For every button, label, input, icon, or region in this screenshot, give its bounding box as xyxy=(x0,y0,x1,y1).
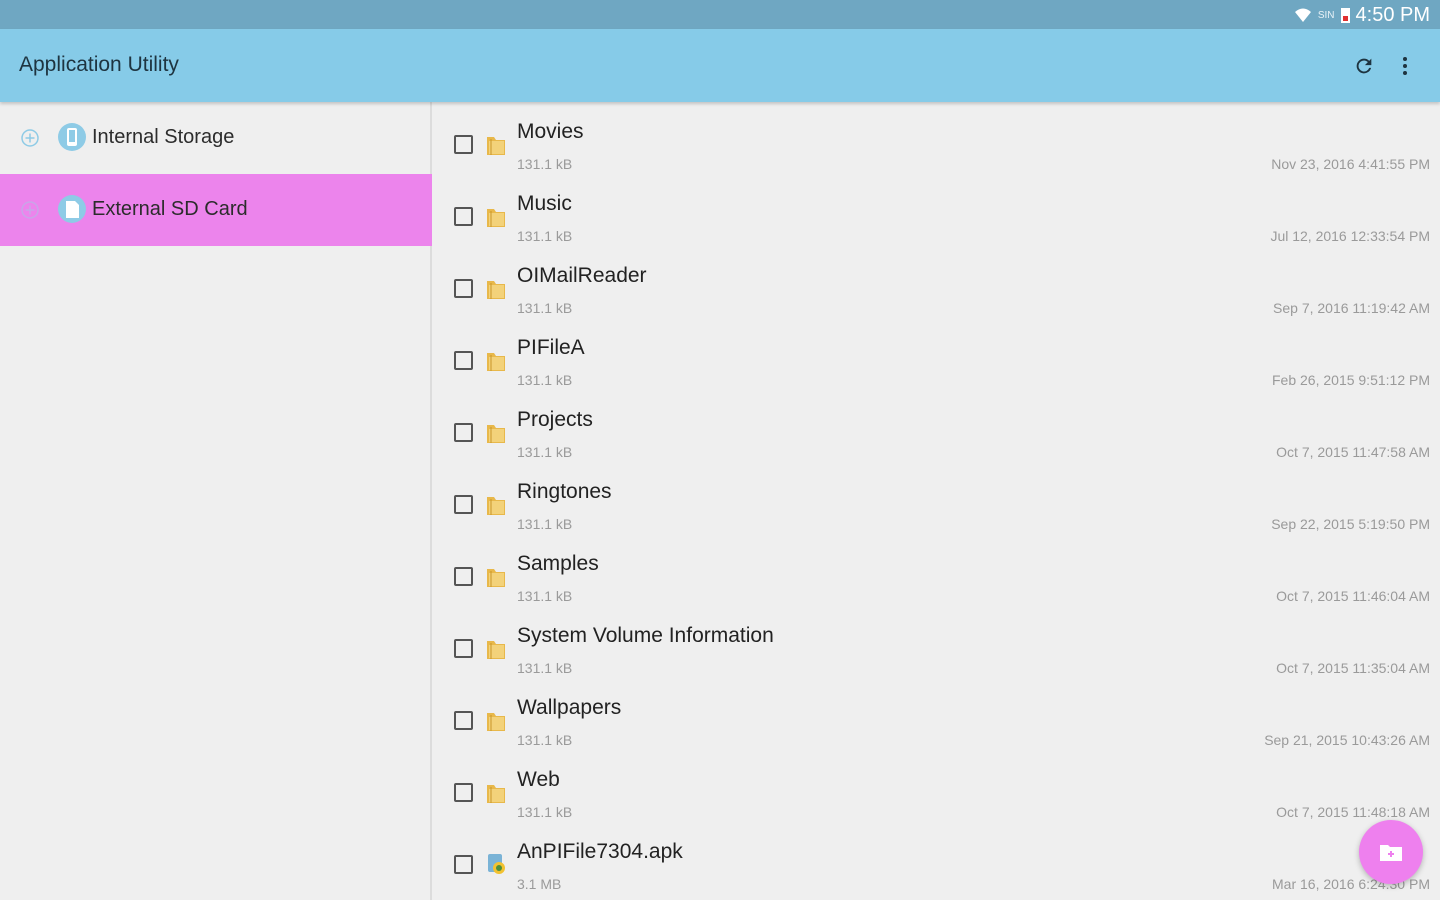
file-row[interactable]: Web 131.1 kB Oct 7, 2015 11:48:18 AM xyxy=(434,750,1440,822)
folder-icon xyxy=(486,708,506,732)
file-size: 3.1 MB xyxy=(517,876,562,892)
folder-icon xyxy=(486,492,506,516)
file-name: System Volume Information xyxy=(517,624,774,647)
file-checkbox[interactable] xyxy=(454,495,473,514)
sidebar-item-internal-storage[interactable]: Internal Storage xyxy=(0,102,432,174)
file-name: Ringtones xyxy=(517,480,612,503)
refresh-button[interactable] xyxy=(1349,51,1379,81)
file-date: Sep 7, 2016 11:19:42 AM xyxy=(1273,300,1430,316)
file-size: 131.1 kB xyxy=(517,660,573,676)
file-row[interactable]: System Volume Information 131.1 kB Oct 7, … xyxy=(434,606,1440,678)
file-checkbox[interactable] xyxy=(454,567,473,586)
file-name: Web xyxy=(517,768,560,791)
refresh-icon xyxy=(1356,58,1372,74)
sd-card-icon xyxy=(58,195,86,223)
file-date: Feb 26, 2015 9:51:12 PM xyxy=(1272,372,1430,388)
folder-icon xyxy=(486,636,506,660)
file-checkbox[interactable] xyxy=(454,783,473,802)
battery-low-icon xyxy=(1340,7,1350,23)
file-list: Movies 131.1 kB Nov 23, 2016 4:41:55 PM Mus… xyxy=(434,102,1440,900)
apk-file-icon xyxy=(486,852,506,876)
file-size: 131.1 kB xyxy=(517,300,573,316)
file-name: Projects xyxy=(517,408,593,431)
more-options-button[interactable] xyxy=(1390,51,1420,81)
app-title: Application Utility xyxy=(19,53,179,76)
file-row[interactable]: OIMailReader 131.1 kB Sep 7, 2016 11:19:42… xyxy=(434,246,1440,318)
file-date: Jul 12, 2016 12:33:54 PM xyxy=(1270,228,1430,244)
folder-icon xyxy=(486,780,506,804)
file-checkbox[interactable] xyxy=(454,279,473,298)
file-row[interactable]: Projects 131.1 kB Oct 7, 2015 11:47:58 AM xyxy=(434,390,1440,462)
file-size: 131.1 kB xyxy=(517,444,573,460)
file-name: Music xyxy=(517,192,572,215)
app-bar: Application Utility xyxy=(0,29,1440,102)
status-bar: SIN 4:50 PM xyxy=(0,0,1440,29)
file-row[interactable]: Music 131.1 kB Jul 12, 2016 12:33:54 PM xyxy=(434,174,1440,246)
status-time: 4:50 PM xyxy=(1355,3,1430,26)
sidebar-item-external-sd-card[interactable]: External SD Card xyxy=(0,174,432,246)
expand-icon[interactable] xyxy=(20,128,40,148)
file-date: Oct 7, 2015 11:47:58 AM xyxy=(1276,444,1430,460)
file-size: 131.1 kB xyxy=(517,372,573,388)
file-date: Oct 7, 2015 11:46:04 AM xyxy=(1276,588,1430,604)
file-name: Movies xyxy=(517,120,584,143)
file-row[interactable]: Wallpapers 131.1 kB Sep 21, 2015 10:43:26 … xyxy=(434,678,1440,750)
file-size: 131.1 kB xyxy=(517,228,573,244)
file-row[interactable]: Samples 131.1 kB Oct 7, 2015 11:46:04 AM xyxy=(434,534,1440,606)
storage-sidebar: Internal Storage External SD Card xyxy=(0,102,432,900)
file-name: Wallpapers xyxy=(517,696,622,719)
file-date: Oct 7, 2015 11:48:18 AM xyxy=(1276,804,1430,820)
file-name: OIMailReader xyxy=(517,264,647,287)
carrier-label: SIN xyxy=(1317,9,1335,21)
file-row[interactable]: Ringtones 131.1 kB Sep 22, 2015 5:19:50 PM xyxy=(434,462,1440,534)
sidebar-item-label: External SD Card xyxy=(92,198,248,220)
status-icons: SIN 4:50 PM xyxy=(1294,3,1430,27)
file-row[interactable]: Movies 131.1 kB Nov 23, 2016 4:41:55 PM xyxy=(434,102,1440,174)
file-row[interactable]: PIFileA 131.1 kB Feb 26, 2015 9:51:12 PM xyxy=(434,318,1440,390)
file-checkbox[interactable] xyxy=(454,423,473,442)
sidebar-item-label: Internal Storage xyxy=(92,126,235,148)
wifi-icon xyxy=(1294,8,1311,22)
more-vert-icon xyxy=(1403,57,1407,75)
internal-storage-icon xyxy=(58,123,86,151)
file-checkbox[interactable] xyxy=(454,135,473,154)
file-row[interactable]: AnPIFile7304.apk 3.1 MB Mar 16, 2016 6:24:… xyxy=(434,822,1440,894)
new-folder-button[interactable] xyxy=(1359,820,1423,884)
file-checkbox[interactable] xyxy=(454,207,473,226)
expand-icon[interactable] xyxy=(20,200,40,220)
folder-icon xyxy=(486,420,506,444)
file-name: Samples xyxy=(517,552,599,575)
file-date: Oct 7, 2015 11:35:04 AM xyxy=(1276,660,1430,676)
file-checkbox[interactable] xyxy=(454,351,473,370)
file-size: 131.1 kB xyxy=(517,516,573,532)
folder-icon xyxy=(486,276,506,300)
file-size: 131.1 kB xyxy=(517,156,573,172)
file-date: Sep 22, 2015 5:19:50 PM xyxy=(1271,516,1430,532)
file-name: AnPIFile7304.apk xyxy=(517,840,683,863)
file-date: Sep 21, 2015 10:43:26 AM xyxy=(1264,732,1430,748)
file-size: 131.1 kB xyxy=(517,588,573,604)
file-checkbox[interactable] xyxy=(454,855,473,874)
new-folder-icon xyxy=(1380,845,1402,861)
file-size: 131.1 kB xyxy=(517,804,573,820)
folder-icon xyxy=(486,132,506,156)
file-checkbox[interactable] xyxy=(454,711,473,730)
file-size: 131.1 kB xyxy=(517,732,573,748)
folder-icon xyxy=(486,564,506,588)
folder-icon xyxy=(486,204,506,228)
folder-icon xyxy=(486,348,506,372)
file-date: Nov 23, 2016 4:41:55 PM xyxy=(1271,156,1430,172)
file-checkbox[interactable] xyxy=(454,639,473,658)
file-name: PIFileA xyxy=(517,336,585,359)
